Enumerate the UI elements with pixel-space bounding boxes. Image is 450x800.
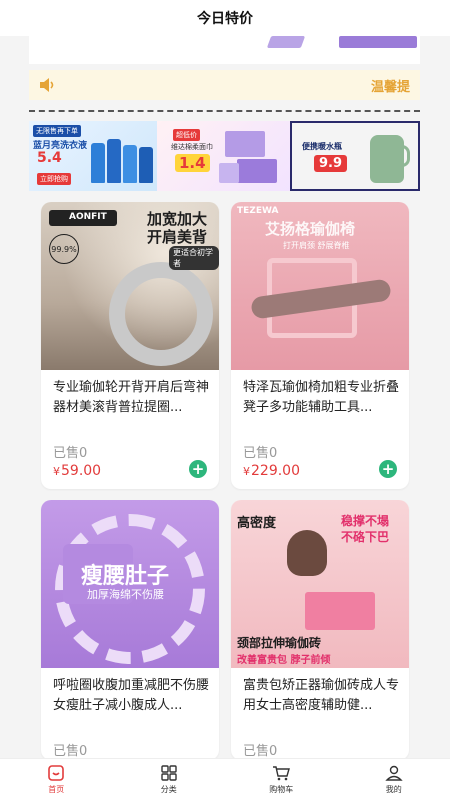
- product-image: AONFIT 加宽加大 开肩美背 更适合初学者 99.9%: [41, 202, 219, 370]
- price-value: 59.00: [61, 463, 102, 479]
- tab-profile[interactable]: 我的: [338, 759, 450, 800]
- product-flask: [370, 135, 404, 183]
- product-sold: 已售0: [53, 744, 88, 759]
- product-image: 高密度 稳撑不塌 不硌下巴 颈部拉伸瑜伽砖 改善富贵包 脖子前倾: [231, 500, 409, 668]
- image-subtitle: 打开肩颈 舒展脊椎: [283, 241, 350, 250]
- product-title: 富贵包矫正器瑜伽砖成人专用女士高密度辅助健...: [243, 678, 399, 713]
- product-bottle: [123, 145, 137, 183]
- page-title: 今日特价: [197, 11, 253, 27]
- tab-cart[interactable]: 购物车: [225, 759, 338, 800]
- image-headline: 艾扬格瑜伽椅: [265, 220, 356, 238]
- tab-home[interactable]: 首页: [0, 759, 113, 800]
- product-price: ¥229.00: [243, 463, 300, 479]
- add-to-cart-button[interactable]: +: [189, 460, 207, 478]
- promo-strip: 无限售再下单 蓝月亮洗衣液 5.4 立即抢购 超低价 维达棉柔面巾 1.4 便携…: [29, 121, 420, 191]
- promo-price: 9.9: [314, 155, 348, 172]
- tab-label: 我的: [385, 785, 402, 794]
- grid-icon: [160, 764, 178, 782]
- product-card[interactable]: 高密度 稳撑不塌 不硌下巴 颈部拉伸瑜伽砖 改善富贵包 脖子前倾 富贵包矫正器瑜…: [231, 500, 409, 760]
- user-icon: [385, 764, 403, 782]
- banner-product-image: [339, 36, 417, 48]
- promo-heading: 维达棉柔面巾: [171, 143, 213, 151]
- promo-tag: 无限售再下单: [33, 125, 81, 137]
- home-icon: [47, 764, 65, 782]
- image-subtitle: 加厚海绵不伤腰: [87, 588, 164, 601]
- product-price: ¥59.00: [53, 463, 101, 479]
- banner-product-image: [266, 36, 306, 48]
- notice-text: 温馨提: [370, 79, 410, 95]
- page: 今日特价 温馨提 无限售再下单 蓝月亮洗衣液 5.4 立即抢购 超低价 维达棉柔: [0, 0, 450, 800]
- product-title: 专业瑜伽轮开背开肩后弯神器材美滚背普拉提圈...: [53, 380, 209, 415]
- yoga-wheel-graphic: [109, 262, 213, 366]
- currency-symbol: ¥: [243, 465, 250, 478]
- tab-category[interactable]: 分类: [113, 759, 226, 800]
- brand-name: AONFIT: [69, 212, 107, 222]
- yoga-brick-graphic: [305, 592, 375, 630]
- top-banner[interactable]: [29, 36, 420, 64]
- notice-bar[interactable]: 温馨提: [29, 70, 420, 100]
- product-box: [225, 131, 265, 157]
- promo-tag: 超低价: [173, 129, 200, 141]
- promo-buy-button: 立即抢购: [37, 173, 71, 185]
- promo-price: 5.4: [37, 150, 62, 166]
- product-bottle: [91, 143, 105, 183]
- image-headline: 开肩美背: [147, 228, 208, 246]
- product-image: TEZEWA 艾扬格瑜伽椅 打开肩颈 舒展脊椎: [231, 202, 409, 370]
- currency-symbol: ¥: [53, 465, 60, 478]
- product-card[interactable]: TEZEWA 艾扬格瑜伽椅 打开肩颈 舒展脊椎 特泽瓦瑜伽椅加粗专业折叠凳子多功…: [231, 202, 409, 489]
- divider: [29, 110, 420, 112]
- speaker-icon: [39, 78, 57, 92]
- product-card[interactable]: AONFIT 加宽加大 开肩美背 更适合初学者 99.9% 专业瑜伽轮开背开肩后…: [41, 202, 219, 489]
- tab-label: 分类: [160, 785, 177, 794]
- image-subtitle: 改善富贵包 脖子前倾: [237, 655, 331, 666]
- product-bottle: [139, 147, 153, 183]
- product-bottle: [107, 139, 121, 183]
- product-sold: 已售0: [243, 744, 278, 759]
- tab-label: 购物车: [269, 785, 294, 794]
- image-subtitle: 更适合初学者: [169, 246, 219, 270]
- product-title: 呼啦圈收腹加重减肥不伤腰女瘦肚子减小腹成人...: [53, 678, 209, 713]
- product-sold: 已售0: [53, 446, 88, 461]
- brand-name: TEZEWA: [237, 206, 279, 216]
- promo-heading: 便携暖水瓶: [302, 142, 342, 151]
- product-title: 特泽瓦瑜伽椅加粗专业折叠凳子多功能辅助工具...: [243, 380, 399, 415]
- bottom-tab-bar: 首页 分类 购物车 我的: [0, 758, 450, 800]
- top-header: 今日特价: [0, 0, 450, 36]
- promo-card-detergent[interactable]: 无限售再下单 蓝月亮洗衣液 5.4 立即抢购: [29, 121, 157, 191]
- product-image: 瘦腰肚子 加厚海绵不伤腰: [41, 500, 219, 668]
- promo-card-tissue[interactable]: 超低价 维达棉柔面巾 1.4: [157, 121, 290, 191]
- product-card[interactable]: 瘦腰肚子 加厚海绵不伤腰 呼啦圈收腹加重减肥不伤腰女瘦肚子减小腹成人... 已售…: [41, 500, 219, 760]
- product-sold: 已售0: [243, 446, 278, 461]
- image-badge: 99.9%: [49, 234, 79, 264]
- product-box: [237, 159, 277, 183]
- add-to-cart-button[interactable]: +: [379, 460, 397, 478]
- tab-label: 首页: [48, 785, 65, 794]
- price-value: 229.00: [251, 463, 300, 479]
- promo-price: 1.4: [175, 154, 210, 172]
- person-graphic: [287, 530, 327, 576]
- cart-icon: [272, 764, 291, 782]
- product-box: [219, 163, 239, 183]
- product-flask-handle: [400, 145, 410, 167]
- image-headline: 高密度: [237, 516, 277, 531]
- promo-card-flask[interactable]: 便携暖水瓶 9.9: [290, 121, 420, 191]
- image-headline: 稳撑不塌: [341, 514, 390, 528]
- image-headline: 不硌下巴: [341, 530, 390, 544]
- image-subtitle: 颈部拉伸瑜伽砖: [237, 636, 322, 650]
